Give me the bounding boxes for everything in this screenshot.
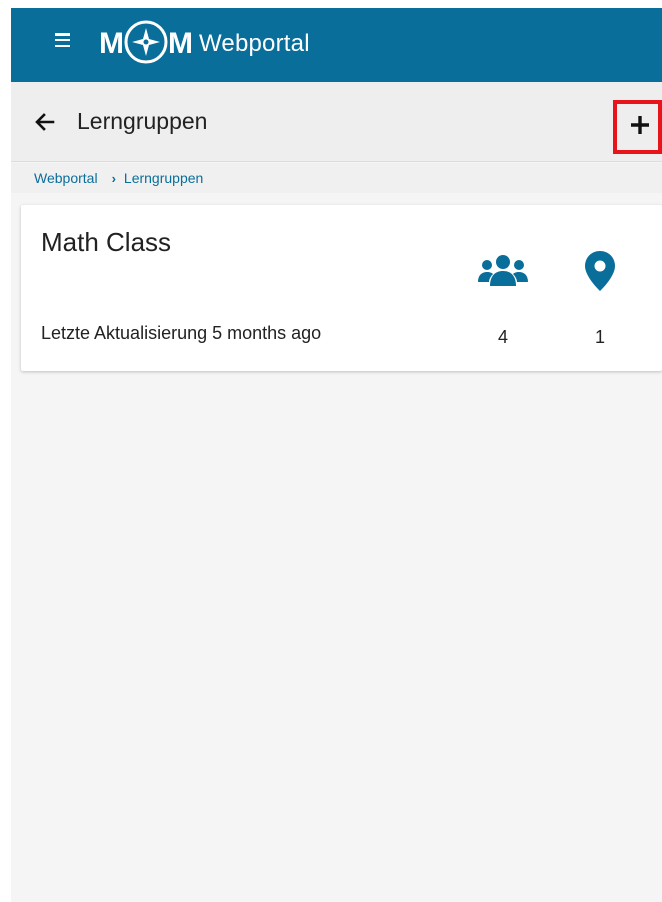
arrow-left-icon[interactable] <box>33 110 57 134</box>
chevron-right-icon: › <box>111 170 116 186</box>
compass-icon <box>122 18 170 71</box>
top-app-bar: M M Webportal <box>11 8 662 82</box>
page-toolbar: Lerngruppen <box>11 82 662 162</box>
users-icon <box>478 252 528 293</box>
hamburger-menu-icon[interactable] <box>55 33 70 47</box>
breadcrumb-item-lerngruppen[interactable]: Lerngruppen <box>124 170 203 186</box>
location-pin-icon <box>584 251 616 296</box>
logo-text: Webportal <box>199 30 310 57</box>
app-frame: M M Webportal Lerngruppen Webportal › Le… <box>11 8 662 902</box>
group-name: Math Class <box>41 227 172 257</box>
breadcrumb: Webportal › Lerngruppen <box>11 163 662 193</box>
locations-count: 1 <box>594 327 605 347</box>
last-updated-text: Letzte Aktualisierung 5 months ago <box>41 323 322 343</box>
plus-icon <box>625 114 651 141</box>
breadcrumb-item-webportal[interactable]: Webportal <box>34 170 98 186</box>
group-card[interactable]: Math Class 4 1 Letzte Aktualisierung 5 m… <box>21 205 662 371</box>
logo-letter-left: M <box>99 27 124 60</box>
members-count: 4 <box>497 327 508 347</box>
page-title: Lerngruppen <box>77 108 208 134</box>
logo-letter-right: M <box>168 27 193 60</box>
add-group-button[interactable] <box>613 100 662 154</box>
app-logo[interactable]: M M Webportal <box>99 20 310 68</box>
